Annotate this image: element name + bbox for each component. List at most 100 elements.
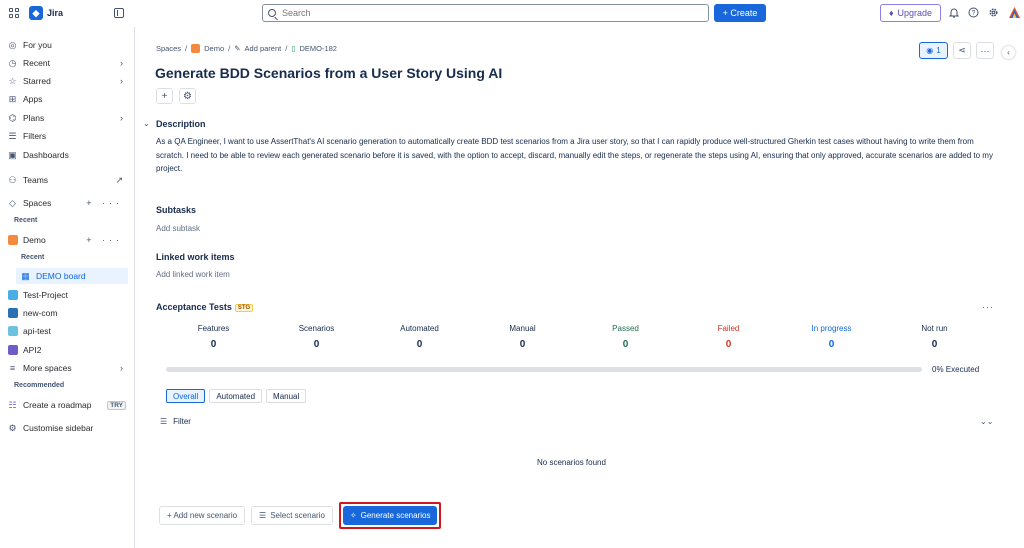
chevron-right-icon[interactable]: › [120, 363, 123, 373]
sidebar-item-api2[interactable]: API2 [0, 342, 135, 358]
stat-label: Not run [921, 324, 948, 333]
select-scenario-button[interactable]: ☰ Select scenario [251, 506, 333, 525]
breadcrumb-issue-key[interactable]: DEMO-182 [299, 44, 337, 53]
chevron-down-icon[interactable]: ⌄ [143, 119, 150, 128]
stat-label: Automated [400, 324, 439, 333]
add-linked-item-link[interactable]: Add linked work item [156, 270, 230, 279]
sidebar-item-label: Filters [23, 131, 47, 141]
sidebar-item-api-test[interactable]: api-test [0, 323, 135, 339]
stat-value: 0 [725, 339, 732, 350]
filter-icon: ☰ [160, 417, 168, 426]
apps-button[interactable]: ⚙ [179, 88, 196, 104]
create-button[interactable]: + Create [714, 4, 766, 22]
upgrade-label: Upgrade [897, 8, 933, 18]
acceptance-more-icon[interactable]: ··· [982, 302, 994, 312]
stat-value: 0 [828, 339, 835, 350]
sidebar-collapse-icon[interactable] [114, 8, 124, 18]
sidebar-item-label: api-test [23, 326, 51, 336]
user-circle-icon: ◎ [8, 39, 17, 50]
sidebar-item-label: DEMO board [36, 271, 86, 281]
search-input[interactable] [282, 8, 682, 18]
sidebar-item-teams[interactable]: ⚇ Teams ↗ [0, 172, 135, 188]
breadcrumb-demo[interactable]: Demo [204, 44, 224, 53]
upgrade-button[interactable]: ♦ Upgrade [880, 4, 941, 22]
customise-icon: ⚙ [8, 422, 17, 433]
sidebar-item-demo-board[interactable]: ▦ DEMO board [16, 268, 128, 284]
chevron-right-icon[interactable]: › [120, 76, 123, 86]
sidebar-item-label: Recent [23, 58, 50, 68]
sidebar-item-label: Teams [23, 175, 49, 185]
bell-icon[interactable] [948, 7, 959, 18]
sidebar-item-recent[interactable]: ◷ Recent › [0, 55, 135, 71]
stat-label: Scenarios [298, 324, 335, 333]
sidebar-item-spaces[interactable]: ◇ Spaces + ··· [0, 195, 135, 211]
add-button[interactable]: + [156, 88, 173, 104]
sidebar-item-apps[interactable]: ⊞ Apps [0, 91, 135, 107]
page-title[interactable]: Generate BDD Scenarios from a User Story… [155, 65, 502, 81]
stat-manual: Manual 0 [471, 324, 574, 350]
sidebar-item-more-spaces[interactable]: ≡ More spaces › [0, 360, 135, 376]
jira-logo-icon[interactable]: ◆ [29, 6, 43, 20]
gear-icon: ⚙ [183, 90, 192, 102]
search-icon [268, 9, 276, 17]
sparkle-icon: ✧ [349, 511, 357, 520]
sidebar-item-demo[interactable]: Demo + ··· [0, 232, 135, 248]
panel-toggle-icon[interactable]: ‹ [1002, 46, 1015, 59]
watch-button[interactable]: ◉ 1 [919, 42, 948, 59]
subtasks-heading: Subtasks [156, 205, 197, 215]
demo-space-icon [191, 44, 201, 53]
breadcrumb-separator: / [285, 44, 288, 53]
demo-actions[interactable]: + ··· [86, 235, 123, 245]
eye-icon: ◉ [926, 46, 934, 55]
app-switcher-icon[interactable] [9, 8, 19, 18]
linked-items-heading: Linked work items [156, 252, 235, 262]
more-actions-button[interactable]: ··· [976, 42, 994, 59]
avatar[interactable] [1008, 6, 1021, 19]
filter-toggle[interactable]: ☰ Filter [160, 417, 191, 426]
executed-label: 0% Executed [932, 365, 980, 374]
settings-icon[interactable] [988, 7, 999, 18]
sidebar-item-label: new-com [23, 308, 58, 318]
app-title[interactable]: Jira [47, 8, 63, 18]
sidebar-item-plans[interactable]: ⌬ Plans › [0, 110, 135, 126]
apps-icon: ⊞ [8, 93, 17, 104]
sidebar-item-label: Dashboards [23, 150, 69, 160]
sidebar-item-test-project[interactable]: Test-Project [0, 287, 135, 303]
sidebar-item-new-com[interactable]: new-com [0, 305, 135, 321]
sidebar-item-for-you[interactable]: ◎ For you [0, 37, 135, 53]
generate-highlight-frame: ✧ Generate scenarios [338, 502, 442, 529]
description-text[interactable]: As a QA Engineer, I want to use AssertTh… [156, 135, 996, 176]
double-chevron-down-icon[interactable]: ⌄⌄ [980, 417, 993, 426]
sidebar-item-starred[interactable]: ☆ Starred › [0, 73, 135, 89]
sidebar: ◎ For you ◷ Recent › ☆ Starred › ⊞ Apps … [0, 27, 135, 548]
tab-manual[interactable]: Manual [266, 389, 307, 403]
section-heading-recent: Recent [14, 217, 38, 224]
sidebar-item-label: Demo [23, 235, 46, 245]
sidebar-item-label: More spaces [23, 363, 72, 373]
board-icon: ▦ [21, 270, 30, 281]
stg-badge: STG [234, 304, 254, 312]
stat-features: Features 0 [162, 324, 265, 350]
help-icon[interactable]: ? [968, 7, 979, 18]
generate-scenarios-button[interactable]: ✧ Generate scenarios [342, 506, 438, 525]
breadcrumb-add-parent[interactable]: Add parent [245, 44, 282, 53]
add-new-scenario-button[interactable]: + Add new scenario [159, 506, 246, 525]
tab-overall[interactable]: Overall [166, 389, 206, 403]
sidebar-item-dashboards[interactable]: ▣ Dashboards [0, 147, 135, 163]
breadcrumb-separator: / [185, 44, 188, 53]
share-button[interactable]: ⋖ [953, 42, 971, 59]
sidebar-item-filters[interactable]: ☰ Filters [0, 128, 135, 144]
sidebar-item-customise[interactable]: ⚙ Customise sidebar [0, 420, 135, 436]
breadcrumb-spaces[interactable]: Spaces [156, 44, 181, 53]
external-link-icon[interactable]: ↗ [115, 175, 123, 186]
spaces-actions[interactable]: + ··· [86, 198, 123, 208]
add-subtask-link[interactable]: Add subtask [156, 224, 200, 233]
chevron-right-icon[interactable]: › [120, 58, 123, 68]
sidebar-item-create-roadmap[interactable]: ☷ Create a roadmap TRY [0, 397, 135, 413]
tab-automated[interactable]: Automated [209, 389, 263, 403]
search-bar[interactable] [262, 4, 709, 22]
space-new-com-icon [8, 308, 18, 318]
chevron-right-icon[interactable]: › [120, 113, 123, 123]
svg-text:?: ? [972, 10, 976, 17]
list-icon: ☰ [259, 511, 267, 520]
